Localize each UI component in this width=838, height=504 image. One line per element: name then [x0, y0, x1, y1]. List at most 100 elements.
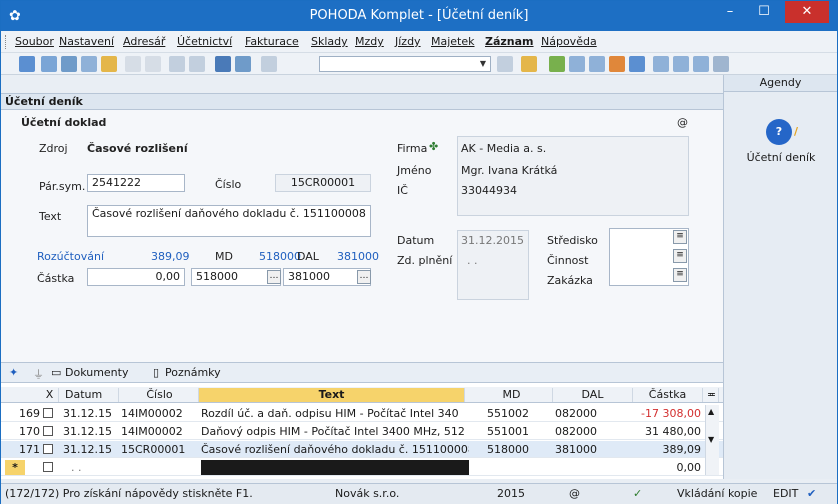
chevron-down-icon[interactable]: ▼: [476, 57, 490, 71]
stredisko-picker-button[interactable]: ≡: [673, 230, 687, 244]
table-row[interactable]: 169 31.12.15 14IM00002 Rozdíl úč. a daň.…: [1, 405, 723, 422]
folder-tab-icon: ▭: [51, 366, 62, 379]
menu-adresar[interactable]: Adresář: [123, 35, 165, 48]
insert-icon[interactable]: [125, 56, 141, 72]
menu-soubor[interactable]: Soubor: [15, 35, 54, 48]
md-value: 518000: [259, 250, 301, 263]
minimize-button[interactable]: –: [715, 1, 745, 23]
note-tab-icon: ▯: [153, 366, 160, 379]
tab-notes[interactable]: Poznámky: [165, 366, 221, 379]
clipboard-icon[interactable]: [261, 56, 277, 72]
cell-dal: 381000: [555, 443, 597, 456]
ban-icon[interactable]: [629, 56, 645, 72]
row-checkbox[interactable]: [43, 462, 53, 472]
castka-input[interactable]: 0,00: [87, 268, 185, 286]
col-datum[interactable]: Datum: [61, 388, 119, 402]
list-icon[interactable]: [653, 56, 669, 72]
row-checkbox[interactable]: [43, 408, 53, 418]
column-chooser-icon[interactable]: ≖: [705, 388, 719, 402]
dal-value: 381000: [337, 250, 379, 263]
menu-sklady[interactable]: Sklady: [311, 35, 348, 48]
text-area[interactable]: Časové rozlišení daňového dokladu č. 151…: [87, 205, 371, 237]
rozuctovani-link[interactable]: Rozúčtování: [37, 250, 104, 263]
ic-value: 33044934: [461, 184, 517, 197]
report-icon[interactable]: [101, 56, 117, 72]
help-icon[interactable]: [713, 56, 729, 72]
zdplneni-label: Zd. plnění: [397, 254, 453, 267]
table-icon[interactable]: [569, 56, 585, 72]
col-x[interactable]: X: [41, 388, 59, 402]
new-row-date: . .: [71, 461, 82, 474]
zakazka-label: Zakázka: [547, 274, 593, 287]
cell-md: 551002: [487, 407, 529, 420]
chart-icon[interactable]: [609, 56, 625, 72]
status-bar: (172/172) Pro získání nápovědy stiskněte…: [1, 483, 837, 504]
col-cislo[interactable]: Číslo: [121, 388, 199, 402]
records-grid: ✦ ⏚ ▭ Dokumenty ▯ Poznámky X Datum Číslo…: [1, 362, 723, 479]
copy-icon[interactable]: [41, 56, 57, 72]
cell-md: 518000: [487, 443, 529, 456]
new-row-text-editor[interactable]: [201, 460, 469, 475]
edit-icon[interactable]: [145, 56, 161, 72]
menu-ucetnictvi[interactable]: Účetnictví: [177, 35, 232, 48]
cislo-field[interactable]: 15CR00001: [275, 174, 371, 192]
table-row[interactable]: 170 31.12.15 14IM00002 Daňový odpis HIM …: [1, 423, 723, 440]
zakazka-picker-button[interactable]: ≡: [673, 268, 687, 282]
partner-icon[interactable]: ✤: [429, 140, 438, 153]
maximize-button[interactable]: ☐: [749, 1, 779, 23]
back-arrow-icon[interactable]: [169, 56, 185, 72]
parsym-label: Pár.sym.: [39, 180, 86, 193]
cell-text: Rozdíl úč. a daň. odpisu HIM - Počítač I…: [201, 407, 459, 420]
datum-value: 31.12.2015: [461, 234, 524, 247]
tab-documents[interactable]: Dokumenty: [65, 366, 128, 379]
cell-cislo: 14IM00002: [121, 425, 183, 438]
forward-arrow-icon[interactable]: [189, 56, 205, 72]
save-icon[interactable]: [215, 56, 231, 72]
new-record-row[interactable]: * . . 0,00: [1, 459, 723, 476]
menu-zaznam[interactable]: Záznam: [485, 35, 534, 48]
agenda-item-ucetni-denik[interactable]: Účetní deník: [724, 151, 838, 164]
close-button[interactable]: ✕: [785, 1, 829, 23]
row-checkbox[interactable]: [43, 444, 53, 454]
menu-fakturace[interactable]: Fakturace: [245, 35, 299, 48]
list2-icon[interactable]: [673, 56, 689, 72]
list3-icon[interactable]: [693, 56, 709, 72]
scroll-down-icon[interactable]: ▼: [708, 435, 714, 444]
md-picker-button[interactable]: …: [267, 270, 281, 284]
preview-icon[interactable]: [81, 56, 97, 72]
firma-value: AK - Media a. s.: [461, 142, 547, 155]
email-at-icon[interactable]: @: [677, 116, 688, 129]
col-text[interactable]: Text: [199, 388, 465, 402]
calc-icon[interactable]: [589, 56, 605, 72]
menu-mzdy[interactable]: Mzdy: [355, 35, 384, 48]
parsym-input[interactable]: 2541222: [87, 174, 185, 192]
scroll-up-icon[interactable]: ▲: [708, 407, 714, 416]
cell-castka: 389,09: [662, 443, 702, 456]
confirm-check-icon[interactable]: ✔: [807, 487, 816, 500]
text-label: Text: [39, 210, 62, 223]
row-checkbox[interactable]: [43, 426, 53, 436]
menu-napoveda[interactable]: Nápověda: [541, 35, 597, 48]
save-as-icon[interactable]: [235, 56, 251, 72]
leaf-icon[interactable]: [549, 56, 565, 72]
menu-majetek[interactable]: Majetek: [431, 35, 475, 48]
col-dal[interactable]: DAL: [553, 388, 633, 402]
cell-md: 551001: [487, 425, 529, 438]
menu-jizdy[interactable]: Jízdy: [395, 35, 421, 48]
filter-tab-icon[interactable]: ⏚: [33, 366, 44, 382]
checkmark-pen-icon: ✓: [633, 487, 643, 500]
menu-nastaveni[interactable]: Nastavení: [59, 35, 114, 48]
star-icon[interactable]: ✦: [9, 366, 18, 379]
filter-icon[interactable]: [497, 56, 513, 72]
table-row-selected[interactable]: 171 31.12.15 15CR00001 Časové rozlišení …: [1, 441, 723, 458]
cinnost-picker-button[interactable]: ≡: [673, 249, 687, 263]
filter-combo[interactable]: ▼: [319, 56, 491, 72]
print-icon[interactable]: [61, 56, 77, 72]
col-md[interactable]: MD: [471, 388, 553, 402]
journal-icon[interactable]: ?: [766, 119, 792, 145]
folder-icon[interactable]: [521, 56, 537, 72]
col-castka[interactable]: Částka: [633, 388, 703, 402]
grid-scrollbar[interactable]: ▲ ▼: [705, 405, 719, 475]
dal-picker-button[interactable]: …: [357, 270, 371, 284]
new-record-icon[interactable]: [19, 56, 35, 72]
